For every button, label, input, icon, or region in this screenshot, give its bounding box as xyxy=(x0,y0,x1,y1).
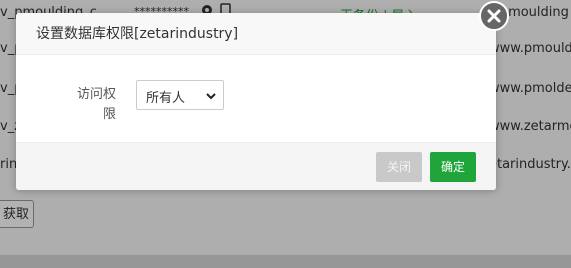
access-label: 访问权限 xyxy=(76,87,116,122)
dialog-body: 访问权限 所有人 xyxy=(16,55,496,142)
close-icon xyxy=(487,9,501,23)
access-select[interactable]: 所有人 xyxy=(136,80,224,110)
chevron-down-icon xyxy=(206,93,216,100)
confirm-button[interactable]: 确定 xyxy=(430,152,476,182)
access-select-value: 所有人 xyxy=(146,91,186,106)
permission-dialog: 设置数据库权限[zetarindustry] 访问权限 所有人 关闭 确定 xyxy=(16,13,496,190)
dialog-title: 设置数据库权限[zetarindustry] xyxy=(16,13,496,55)
dialog-close-x-button[interactable] xyxy=(479,1,509,31)
dialog-footer: 关闭 确定 xyxy=(16,142,496,190)
close-button[interactable]: 关闭 xyxy=(376,152,422,182)
